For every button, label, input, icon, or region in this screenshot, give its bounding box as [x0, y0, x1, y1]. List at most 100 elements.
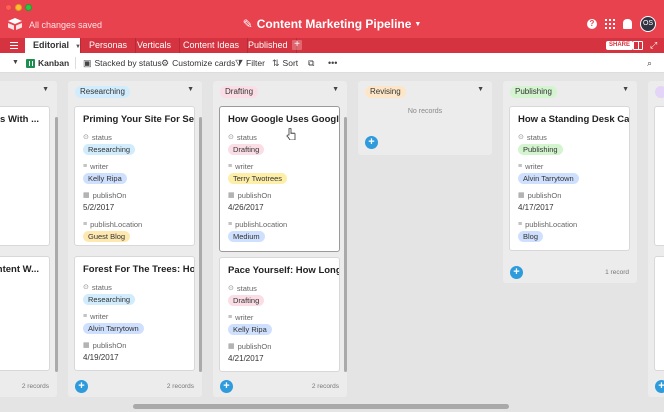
filter-button[interactable]: ⧩ Filter	[235, 53, 265, 73]
link-field-icon: ≡	[228, 162, 233, 170]
writer-badge: Alvin Tarrytown	[518, 173, 579, 184]
minimize-window-button[interactable]	[15, 4, 22, 11]
chevron-down-icon[interactable]: ▼	[622, 86, 629, 93]
search-button[interactable]: ⌕	[647, 53, 652, 73]
vertical-scrollbar[interactable]	[199, 117, 202, 372]
single-select-field-icon: ⊙	[228, 134, 234, 141]
base-title-text: Content Marketing Pipeline	[256, 17, 412, 31]
table-tab-bar: Editorial ▼ Personas Verticals Content Id…	[0, 38, 664, 53]
vertical-scrollbar[interactable]	[55, 117, 58, 372]
tab-personas[interactable]: Personas	[81, 38, 137, 53]
chevron-down-icon[interactable]: ▼	[187, 86, 194, 93]
maximize-window-button[interactable]	[25, 4, 32, 11]
add-record-button[interactable]: +	[655, 380, 664, 393]
record-card[interactable]: Forest For The Trees: How... ⊙statusRese…	[74, 256, 195, 371]
tab-published[interactable]: Published	[240, 38, 297, 53]
hand-cursor-icon	[286, 128, 296, 140]
record-count: 2 records	[21, 383, 49, 390]
record-card[interactable]: Pace Yourself: How Long... ⊙ status Drafti…	[219, 257, 340, 372]
publish-date: 5/2/2017	[83, 203, 115, 212]
sort-button[interactable]: ⇅ Sort	[272, 53, 298, 73]
status-badge: Drafting	[228, 295, 265, 306]
date-field-icon: ▦	[228, 343, 235, 350]
base-title[interactable]: ✎ Content Marketing Pipeline ▼	[0, 17, 664, 31]
chevron-down-icon[interactable]: ▼	[477, 86, 484, 93]
writer-badge: Kelly Ripa	[83, 173, 127, 184]
kanban-icon	[26, 58, 35, 68]
apps-grid-icon[interactable]	[605, 19, 615, 29]
share-button[interactable]: SHARE	[606, 41, 634, 50]
filter-icon: ⧩	[235, 58, 244, 68]
view-name[interactable]: Kanban	[26, 53, 69, 73]
link-field-icon: ≡	[228, 313, 233, 321]
stack-icon: ▣	[83, 58, 92, 68]
chevron-down-icon[interactable]: ▼	[42, 86, 49, 93]
add-record-button[interactable]: +	[75, 380, 88, 393]
add-record-button[interactable]: +	[365, 136, 378, 149]
record-card[interactable]: ss With ...	[0, 106, 50, 246]
notifications-bell-icon[interactable]	[623, 19, 632, 29]
card-title: ontent W...	[0, 264, 39, 275]
user-avatar[interactable]: OS	[640, 16, 656, 32]
record-card[interactable]	[654, 256, 664, 371]
tab-verticals[interactable]: Verticals	[129, 38, 181, 53]
link-field-icon: ≡	[518, 220, 523, 228]
kanban-board: ▼ ss With ... ontent W... 2 records Rese…	[0, 73, 664, 412]
card-title: Forest For The Trees: How...	[83, 264, 194, 275]
close-window-button[interactable]	[5, 4, 12, 11]
record-count: 2 records	[311, 383, 339, 390]
publish-date: 4/26/2017	[228, 203, 264, 212]
date-field-icon: ▦	[228, 192, 235, 199]
writer-badge: Kelly Ripa	[228, 324, 272, 335]
kanban-stack-researching: Researching ▼ Priming Your Site For Se..…	[68, 81, 202, 397]
writer-badge: Terry Twotrees	[228, 173, 288, 184]
location-badge: Medium	[228, 231, 265, 242]
stack-status-label: Researching	[75, 86, 130, 98]
link-field-icon: ≡	[83, 162, 88, 170]
status-badge: Researching	[83, 144, 136, 155]
search-icon: ⌕	[647, 58, 653, 68]
single-select-field-icon: ⊙	[83, 284, 89, 291]
chevron-down-icon[interactable]: ▼	[332, 86, 339, 93]
card-title: ss With ...	[0, 114, 39, 125]
customize-cards-button[interactable]: ⚙ Customize cards	[161, 53, 235, 73]
tab-content-ideas[interactable]: Content Ideas	[175, 38, 249, 53]
record-card[interactable]: How a Standing Desk Ca... ⊙ status Publish…	[509, 106, 630, 251]
record-card[interactable]: ontent W...	[0, 256, 50, 371]
kanban-stack-revising: Revising ▼ No records +	[358, 81, 492, 155]
help-icon[interactable]: ?	[587, 19, 597, 29]
writer-badge: Alvin Tarrytown	[83, 323, 144, 334]
expand-icon[interactable]: ⤢	[650, 40, 657, 51]
share-view-button[interactable]: ⧉	[308, 53, 314, 73]
publish-date: 4/19/2017	[83, 353, 119, 362]
status-badge: Publishing	[518, 144, 563, 155]
record-card[interactable]: How Google Uses Google ⊙ status Drafting ≡…	[219, 106, 340, 252]
view-switcher-toggle[interactable]: ▼	[12, 53, 19, 73]
add-record-button[interactable]: +	[220, 380, 233, 393]
sort-icon: ⇅	[272, 58, 280, 68]
card-title: How a Standing Desk Ca...	[518, 114, 629, 125]
date-field-icon: ▦	[83, 342, 90, 349]
date-field-icon: ▦	[518, 192, 525, 199]
add-table-button[interactable]: +	[292, 40, 302, 50]
record-card[interactable]	[654, 106, 664, 246]
stacked-by-button[interactable]: ▣ Stacked by status	[83, 53, 162, 73]
tab-editorial[interactable]: Editorial ▼	[25, 38, 81, 53]
toolbar-divider	[75, 57, 76, 69]
date-field-icon: ▦	[83, 192, 90, 199]
gear-icon: ⚙	[161, 58, 170, 68]
add-record-button[interactable]: +	[510, 266, 523, 279]
stack-status-label: Revising	[365, 86, 406, 98]
chevron-down-icon: ▼	[12, 59, 19, 66]
hamburger-menu-icon[interactable]	[10, 42, 18, 49]
record-card[interactable]: Priming Your Site For Se... ⊙ status Resea…	[74, 106, 195, 246]
vertical-scrollbar[interactable]	[344, 117, 347, 372]
location-badge: Blog	[518, 231, 544, 242]
single-select-field-icon: ⊙	[228, 285, 234, 292]
more-options-button[interactable]: •••	[328, 53, 337, 73]
horizontal-scrollbar[interactable]	[133, 404, 509, 409]
kanban-stack: ▼ ss With ... ontent W... 2 records	[0, 81, 57, 397]
pencil-icon: ✎	[242, 17, 253, 31]
blocks-panel-icon[interactable]	[633, 41, 643, 50]
record-count: 1 record	[605, 269, 629, 276]
